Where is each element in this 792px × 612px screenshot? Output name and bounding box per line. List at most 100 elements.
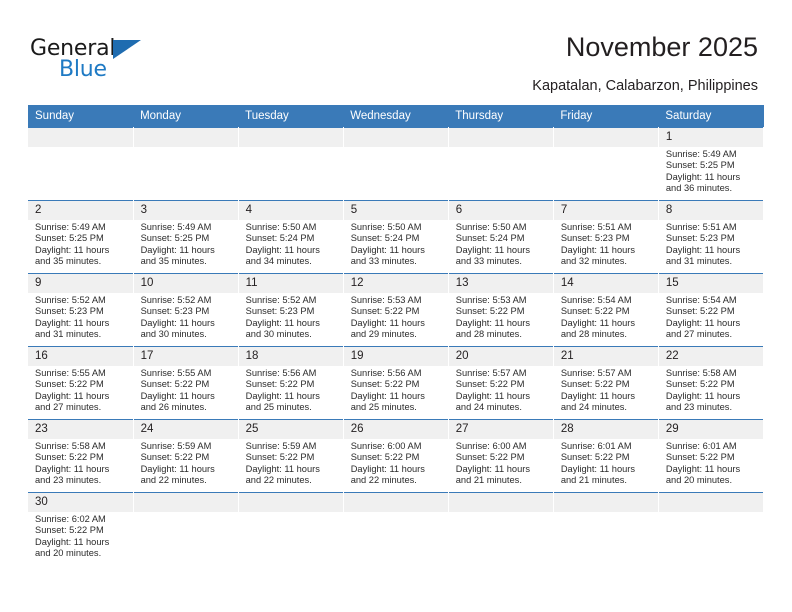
sunrise-text: Sunrise: 5:55 AM (140, 368, 212, 378)
daylight-text: and 33 minutes. (350, 256, 417, 267)
sunrise-text: Sunrise: 5:58 AM (665, 368, 737, 378)
daylight-text: and 23 minutes. (665, 402, 733, 413)
sunrise-text: Sunrise: 6:00 AM (350, 441, 422, 451)
calendar-day-cell[interactable]: 4 Sunrise: 5:50 AM Sunset: 5:24 PM Daylight… (238, 200, 344, 274)
calendar-week-row: 23 Sunrise: 5:58 AM Sunset: 5:22 PM Dayligh… (28, 419, 765, 493)
calendar-day-cell[interactable]: 1 Sunrise: 5:49 AM Sunset: 5:25 PM Daylight… (658, 127, 765, 201)
day-number: 28 (553, 420, 658, 439)
calendar-day-cell[interactable]: 10 Sunrise: 5:52 AM Sunset: 5:23 PM Dayligh… (133, 273, 239, 347)
daylight-text: and 28 minutes. (560, 329, 627, 340)
calendar-day-cell[interactable]: 15 Sunrise: 5:54 AM Sunset: 5:22 PM Dayligh… (658, 273, 765, 347)
calendar-day-cell-empty (553, 492, 659, 565)
calendar-day-cell[interactable]: 11 Sunrise: 5:52 AM Sunset: 5:23 PM Dayligh… (238, 273, 344, 347)
calendar-day-cell[interactable]: 8 Sunrise: 5:51 AM Sunset: 5:23 PM Daylight… (658, 200, 765, 274)
daylight-text: and 27 minutes. (665, 329, 733, 340)
calendar-day-cell[interactable]: 19 Sunrise: 5:56 AM Sunset: 5:22 PM Dayligh… (343, 346, 449, 420)
weekday-header-row: Sunday Monday Tuesday Wednesday Thursday Frid… (28, 105, 764, 128)
calendar-day-cell[interactable]: 27 Sunrise: 6:00 AM Sunset: 5:22 PM Dayligh… (448, 419, 554, 493)
sunrise-text: Sunrise: 5:56 AM (350, 368, 422, 378)
calendar-day-cell[interactable]: 3 Sunrise: 5:49 AM Sunset: 5:25 PM Daylight… (133, 200, 239, 274)
sunset-text: Sunset: 5:22 PM (665, 379, 735, 390)
calendar-day-cell[interactable]: 30 Sunrise: 6:02 AM Sunset: 5:22 PM Dayligh… (28, 492, 134, 565)
calendar-day-cell[interactable]: 9 Sunrise: 5:52 AM Sunset: 5:23 PM Daylight… (28, 273, 134, 347)
day-details: Sunrise: 5:59 AM Sunset: 5:22 PM Daylight:… (239, 439, 343, 487)
calendar-day-cell[interactable]: 28 Sunrise: 6:01 AM Sunset: 5:22 PM Dayligh… (553, 419, 659, 493)
sunrise-text: Sunrise: 5:50 AM (350, 222, 422, 232)
day-details: Sunrise: 5:51 AM Sunset: 5:23 PM Daylight:… (659, 220, 763, 268)
day-number: 1 (658, 128, 763, 147)
calendar-day-cell[interactable]: 23 Sunrise: 5:58 AM Sunset: 5:22 PM Dayligh… (28, 419, 134, 493)
day-details: Sunrise: 5:52 AM Sunset: 5:23 PM Daylight:… (134, 293, 238, 341)
calendar-day-cell[interactable]: 26 Sunrise: 6:00 AM Sunset: 5:22 PM Dayligh… (343, 419, 449, 493)
calendar-day-cell[interactable]: 20 Sunrise: 5:57 AM Sunset: 5:22 PM Dayligh… (448, 346, 554, 420)
sunset-text: Sunset: 5:22 PM (665, 306, 735, 317)
day-number: 25 (238, 420, 343, 439)
calendar-day-cell-empty (238, 127, 344, 201)
weekday-header-wednesday: Wednesday (343, 105, 449, 128)
day-number: 5 (343, 201, 448, 220)
calendar-day-cell[interactable]: 29 Sunrise: 6:01 AM Sunset: 5:22 PM Dayligh… (658, 419, 765, 493)
calendar-day-cell[interactable]: 21 Sunrise: 5:57 AM Sunset: 5:22 PM Dayligh… (553, 346, 659, 420)
calendar-day-cell[interactable]: 17 Sunrise: 5:55 AM Sunset: 5:22 PM Dayligh… (133, 346, 239, 420)
day-details: Sunrise: 6:00 AM Sunset: 5:22 PM Daylight:… (344, 439, 448, 487)
sunset-text: Sunset: 5:24 PM (245, 233, 315, 244)
day-details: Sunrise: 6:01 AM Sunset: 5:22 PM Daylight:… (554, 439, 658, 487)
calendar-day-cell-empty (658, 492, 765, 565)
sunset-text: Sunset: 5:25 PM (140, 233, 210, 244)
day-number: 14 (553, 274, 658, 293)
calendar-day-cell[interactable]: 14 Sunrise: 5:54 AM Sunset: 5:22 PM Dayligh… (553, 273, 659, 347)
day-details: Sunrise: 5:53 AM Sunset: 5:22 PM Daylight:… (449, 293, 553, 341)
sunset-text: Sunset: 5:23 PM (35, 306, 104, 317)
logo-triangle-icon (113, 40, 141, 59)
calendar-day-cell[interactable]: 25 Sunrise: 5:59 AM Sunset: 5:22 PM Dayligh… (238, 419, 344, 493)
daylight-text: Daylight: 11 hours (350, 390, 425, 401)
calendar-day-cell[interactable]: 13 Sunrise: 5:53 AM Sunset: 5:22 PM Dayligh… (448, 273, 554, 347)
sunrise-text: Sunrise: 5:52 AM (35, 295, 106, 305)
daylight-text: and 21 minutes. (455, 475, 522, 486)
calendar-day-cell[interactable]: 5 Sunrise: 5:50 AM Sunset: 5:24 PM Daylight… (343, 200, 449, 274)
sunset-text: Sunset: 5:24 PM (350, 233, 420, 244)
daylight-text: and 22 minutes. (245, 475, 312, 486)
daylight-text: Daylight: 11 hours (245, 244, 320, 255)
daylight-text: Daylight: 11 hours (350, 244, 425, 255)
calendar-day-cell[interactable]: 18 Sunrise: 5:56 AM Sunset: 5:22 PM Dayligh… (238, 346, 344, 420)
general-blue-logo[interactable]: General Blue (30, 36, 230, 92)
daylight-text: and 22 minutes. (140, 475, 207, 486)
calendar-day-cell[interactable]: 24 Sunrise: 5:59 AM Sunset: 5:22 PM Dayligh… (133, 419, 239, 493)
sunrise-text: Sunrise: 5:52 AM (140, 295, 212, 305)
calendar-day-cell[interactable]: 7 Sunrise: 5:51 AM Sunset: 5:23 PM Daylight… (553, 200, 659, 274)
calendar-day-cell[interactable]: 22 Sunrise: 5:58 AM Sunset: 5:22 PM Dayligh… (658, 346, 765, 420)
daylight-text: Daylight: 11 hours (455, 317, 530, 328)
calendar-day-cell-empty (448, 492, 554, 565)
day-number: 3 (133, 201, 238, 220)
sunset-text: Sunset: 5:22 PM (35, 525, 104, 536)
calendar-day-cell[interactable]: 16 Sunrise: 5:55 AM Sunset: 5:22 PM Dayligh… (28, 346, 134, 420)
day-number (553, 493, 658, 512)
day-number: 29 (658, 420, 763, 439)
daylight-text: and 28 minutes. (455, 329, 522, 340)
daylight-text: and 36 minutes. (665, 183, 733, 194)
day-details: Sunrise: 5:58 AM Sunset: 5:22 PM Daylight:… (28, 439, 133, 487)
calendar-day-cell[interactable]: 6 Sunrise: 5:50 AM Sunset: 5:24 PM Daylight… (448, 200, 554, 274)
daylight-text: Daylight: 11 hours (665, 171, 741, 182)
day-details: Sunrise: 5:49 AM Sunset: 5:25 PM Daylight:… (134, 220, 238, 268)
day-number (133, 128, 238, 147)
day-number (238, 493, 343, 512)
sunrise-text: Sunrise: 6:02 AM (35, 514, 106, 524)
day-number (658, 493, 763, 512)
calendar-day-cell[interactable]: 12 Sunrise: 5:53 AM Sunset: 5:22 PM Dayligh… (343, 273, 449, 347)
sunset-text: Sunset: 5:22 PM (35, 452, 104, 463)
daylight-text: Daylight: 11 hours (455, 390, 530, 401)
daylight-text: and 20 minutes. (35, 548, 102, 559)
calendar-day-cell[interactable]: 2 Sunrise: 5:49 AM Sunset: 5:25 PM Daylight… (28, 200, 134, 274)
daylight-text: and 24 minutes. (455, 402, 522, 413)
day-number: 22 (658, 347, 763, 366)
sunrise-text: Sunrise: 5:49 AM (665, 149, 737, 159)
day-details: Sunrise: 5:53 AM Sunset: 5:22 PM Daylight:… (344, 293, 448, 341)
day-details: Sunrise: 6:01 AM Sunset: 5:22 PM Daylight:… (659, 439, 763, 487)
sunset-text: Sunset: 5:23 PM (560, 233, 630, 244)
sunrise-text: Sunrise: 5:50 AM (455, 222, 527, 232)
calendar-week-row: 9 Sunrise: 5:52 AM Sunset: 5:23 PM Daylight… (28, 273, 765, 347)
sunset-text: Sunset: 5:22 PM (665, 452, 735, 463)
day-details: Sunrise: 5:50 AM Sunset: 5:24 PM Daylight:… (344, 220, 448, 268)
